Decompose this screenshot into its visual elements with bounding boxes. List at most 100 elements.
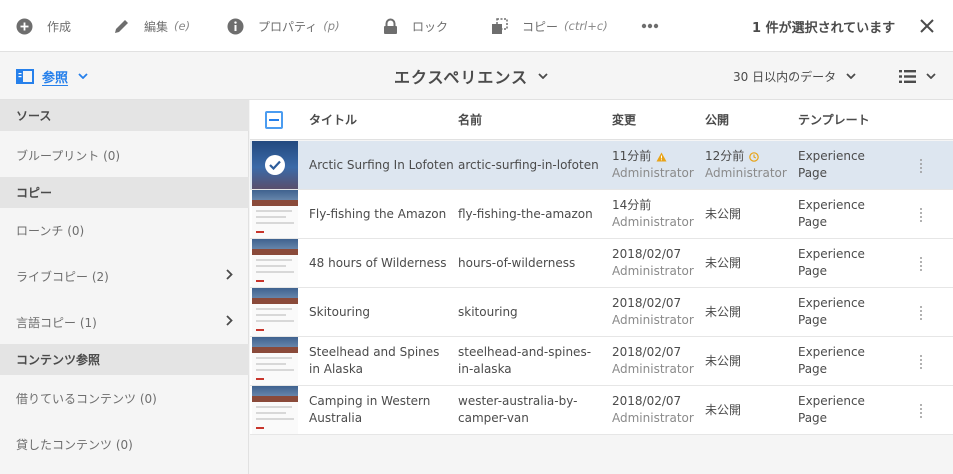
column-header-published[interactable]: 公開	[705, 100, 729, 140]
chevron-down-icon	[538, 73, 548, 79]
copy-label: コピー	[522, 19, 559, 34]
cell-template: Experience Page	[798, 149, 865, 180]
view-switcher[interactable]	[899, 52, 936, 100]
cell-modified: 2018/02/07 Administrator	[612, 239, 694, 287]
copy-icon	[492, 17, 508, 34]
modified-by: Administrator	[612, 411, 694, 425]
references-rail: ソース ブループリント (0) コピー ローンチ (0) ライブコピー (2) …	[0, 100, 249, 474]
cell-title: Skitouring	[309, 304, 371, 319]
edit-button[interactable]: 編集 (e)	[113, 0, 190, 52]
rail-item-blueprint[interactable]: ブループリント (0)	[0, 133, 249, 177]
table-row[interactable]: Skitouring skitouring 2018/02/07 Administ…	[250, 288, 953, 337]
table-row[interactable]: Fly-fishing the Amazon fly-fishing-the-a…	[250, 190, 953, 239]
experience-table: タイトル 名前 変更 公開 テンプレート Arctic Surfing In L…	[250, 100, 953, 474]
row-more-icon[interactable]	[918, 404, 924, 418]
page-title: エクスペリエンス	[394, 68, 529, 87]
chevron-down-icon	[926, 73, 936, 79]
add-circle-icon	[16, 18, 33, 34]
copy-shortcut: (ctrl+c)	[564, 19, 608, 33]
cell-name: hours-of-wilderness	[458, 255, 576, 270]
page-thumbnail[interactable]	[252, 190, 298, 238]
modified-by: Administrator	[612, 264, 694, 278]
create-button[interactable]: 作成	[16, 0, 71, 52]
cell-title: Arctic Surfing In Lofoten	[309, 157, 454, 172]
modified-by: Administrator	[612, 362, 694, 376]
modified-time: 2018/02/07	[612, 394, 682, 408]
close-selection-button[interactable]	[918, 17, 936, 35]
row-more-icon[interactable]	[918, 306, 924, 320]
row-more-icon[interactable]	[918, 159, 924, 173]
rail-section-content-references: コンテンツ参照	[0, 344, 249, 375]
rail-item-lent-content[interactable]: 貸したコンテンツ (0)	[0, 422, 249, 466]
table-row[interactable]: Camping in Western Australia wester-aust…	[250, 386, 953, 435]
cell-name: skitouring	[458, 304, 518, 319]
published-by: Administrator	[705, 166, 787, 180]
row-more-icon[interactable]	[918, 355, 924, 369]
modified-time: 11分前	[612, 149, 652, 163]
edit-shortcut: (e)	[174, 19, 191, 33]
cell-name: arctic-surfing-in-lofoten	[458, 157, 599, 172]
header-bar: 参照 エクスペリエンス 30 日以内のデータ	[0, 52, 953, 100]
rail-item-label: 借りているコンテンツ (0)	[16, 391, 157, 406]
cell-template: Experience Page	[798, 345, 865, 376]
table-row[interactable]: 48 hours of Wilderness hours-of-wilderne…	[250, 239, 953, 288]
chevron-right-icon	[226, 315, 233, 326]
cell-template: Experience Page	[798, 247, 865, 278]
column-header-name[interactable]: 名前	[458, 100, 482, 140]
cell-name: wester-australia-by-camper-van	[458, 394, 578, 425]
cell-modified: 2018/02/07 Administrator	[612, 386, 694, 434]
lock-button[interactable]: ロック	[383, 0, 448, 52]
column-header-title[interactable]: タイトル	[309, 100, 357, 140]
modified-time: 14分前	[612, 198, 652, 212]
more-actions-button[interactable]	[641, 0, 659, 52]
date-filter-dropdown[interactable]: 30 日以内のデータ	[733, 52, 856, 100]
page-thumbnail[interactable]	[252, 239, 298, 287]
page-thumbnail[interactable]	[252, 141, 298, 189]
chevron-down-icon	[846, 73, 856, 79]
page-thumbnail[interactable]	[252, 386, 298, 434]
rail-item-label: ブループリント (0)	[16, 148, 121, 163]
properties-label: プロパティ	[258, 19, 318, 34]
cell-published: 未公開	[705, 255, 742, 270]
page-thumbnail[interactable]	[252, 337, 298, 385]
page-title-dropdown[interactable]: エクスペリエンス	[394, 52, 548, 100]
more-icon	[641, 23, 659, 29]
lock-label: ロック	[412, 19, 449, 34]
chevron-down-icon	[78, 73, 88, 79]
properties-button[interactable]: プロパティ (p)	[227, 0, 340, 52]
column-header-template[interactable]: テンプレート	[798, 100, 870, 140]
table-row[interactable]: Arctic Surfing In Lofoten arctic-surfing…	[250, 141, 953, 190]
copy-button[interactable]: コピー (ctrl+c)	[491, 0, 608, 52]
cell-template: Experience Page	[798, 394, 865, 425]
clock-icon	[749, 151, 760, 162]
rail-toggle-button[interactable]: 参照	[16, 52, 88, 100]
lock-icon	[384, 18, 397, 34]
rail-label: 参照	[42, 70, 69, 86]
row-more-icon[interactable]	[918, 208, 924, 222]
rail-item-label: 貸したコンテンツ (0)	[16, 437, 133, 452]
rail-item-borrowed-content[interactable]: 借りているコンテンツ (0)	[0, 376, 249, 420]
column-header-modified[interactable]: 変更	[612, 100, 636, 140]
cell-title: Fly-fishing the Amazon	[309, 206, 447, 221]
cell-title: Camping in Western Australia	[309, 394, 431, 425]
table-row[interactable]: Steelhead and Spines in Alaska steelhead…	[250, 337, 953, 386]
modified-by: Administrator	[612, 313, 694, 327]
create-label: 作成	[47, 19, 72, 34]
cell-published: 12分前 Administrator	[705, 141, 787, 189]
row-more-icon[interactable]	[918, 257, 924, 271]
rail-section-copies: コピー	[0, 177, 249, 208]
cell-modified: 2018/02/07 Administrator	[612, 337, 694, 385]
page-thumbnail[interactable]	[252, 288, 298, 336]
rail-item-live-copies[interactable]: ライブコピー (2)	[0, 254, 249, 298]
checkmark-icon	[265, 155, 285, 175]
modified-time: 2018/02/07	[612, 247, 682, 261]
select-all-checkbox[interactable]	[265, 111, 283, 129]
cell-modified: 11分前 Administrator	[612, 141, 694, 189]
rail-item-label: 言語コピー (1)	[16, 315, 97, 330]
rail-section-source: ソース	[0, 100, 249, 131]
action-bar: 作成 編集 (e) プロパティ (p) ロック コピー (ctrl+c) 1 件…	[0, 0, 953, 52]
rail-item-language-copies[interactable]: 言語コピー (1)	[0, 300, 249, 344]
cell-modified: 14分前 Administrator	[612, 190, 694, 238]
rail-item-launches[interactable]: ローンチ (0)	[0, 208, 249, 252]
cell-modified: 2018/02/07 Administrator	[612, 288, 694, 336]
